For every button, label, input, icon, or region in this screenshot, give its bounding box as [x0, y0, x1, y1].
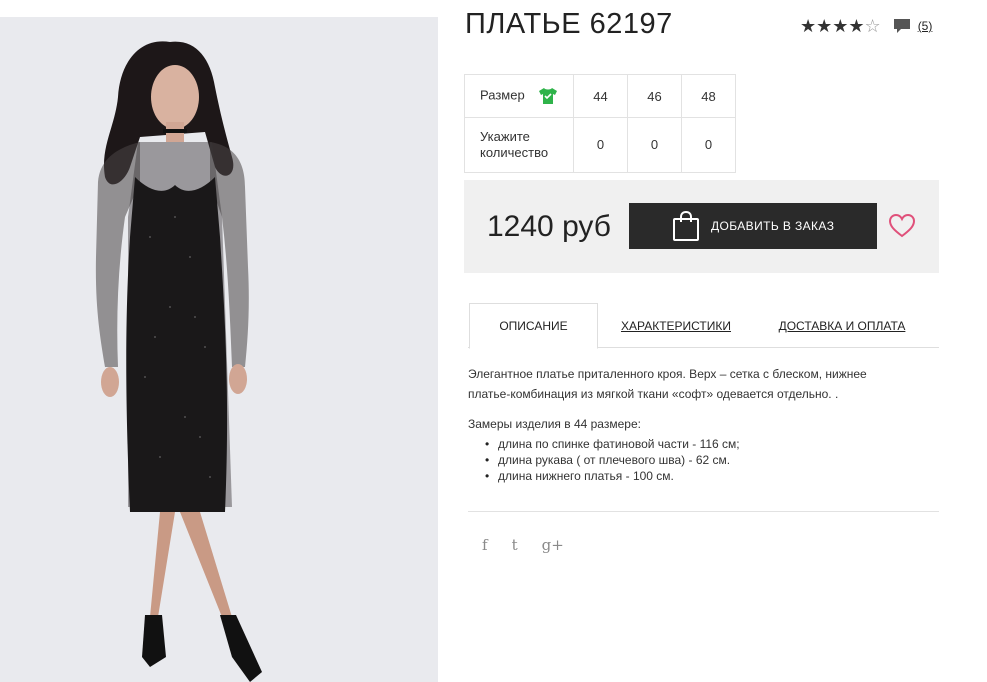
size-option-44[interactable]: 44: [573, 74, 628, 118]
quantity-label-cell: Укажите количество: [464, 117, 574, 173]
product-title: ПЛАТЬЕ 62197: [465, 8, 673, 40]
twitter-icon[interactable]: t: [512, 536, 518, 554]
product-info-tabs: ОПИСАНИЕ ХАРАКТЕРИСТИКИ ДОСТАВКА И ОПЛАТ…: [468, 303, 939, 349]
google-plus-icon[interactable]: g+: [542, 536, 564, 554]
facebook-icon[interactable]: f: [482, 536, 488, 554]
size-label-cell: Размер: [464, 74, 574, 118]
quantity-input-46[interactable]: 0: [627, 117, 682, 173]
list-item: длина рукава ( от плечевого шва) - 62 см…: [485, 452, 928, 468]
quantity-label-line2: количество: [480, 145, 549, 160]
quantity-input-48[interactable]: 0: [681, 117, 736, 173]
star-icon-filled: ★★★★: [800, 16, 865, 36]
add-to-order-label: ДОБАВИТЬ В ЗАКАЗ: [711, 219, 835, 233]
quantity-input-44[interactable]: 0: [573, 117, 628, 173]
rating-stars[interactable]: ★★★★☆: [800, 16, 881, 36]
product-description: Элегантное платье приталенного кроя. Вер…: [468, 364, 928, 484]
size-row: Размер 44 46 48: [464, 74, 736, 118]
description-line-2: платье-комбинация из мягкой ткани «софт»…: [468, 387, 839, 401]
size-option-48[interactable]: 48: [681, 74, 736, 118]
product-price: 1240 руб: [487, 210, 611, 243]
quantity-label-line1: Укажите: [480, 129, 530, 144]
add-to-order-button[interactable]: ДОБАВИТЬ В ЗАКАЗ: [629, 203, 877, 249]
product-photo[interactable]: [0, 17, 438, 682]
list-item: длина по спинке фатиновой части - 116 см…: [485, 436, 928, 452]
tab-delivery-payment[interactable]: ДОСТАВКА И ОПЛАТА: [775, 303, 909, 348]
heart-icon[interactable]: [889, 214, 915, 238]
shopping-bag-icon: [673, 211, 699, 241]
size-label: Размер: [480, 87, 525, 103]
tab-description[interactable]: ОПИСАНИЕ: [469, 303, 598, 349]
size-quantity-table: Размер 44 46 48 Укажите количество 0 0 0: [464, 74, 736, 173]
buy-box: 1240 руб ДОБАВИТЬ В ЗАКАЗ: [464, 180, 939, 273]
tshirt-icon[interactable]: [538, 87, 558, 105]
measurements-list: длина по спинке фатиновой части - 116 см…: [485, 436, 928, 484]
quantity-row: Укажите количество 0 0 0: [464, 117, 736, 173]
description-text: Элегантное платье приталенного кроя. Вер…: [468, 364, 928, 404]
dress-photo-illustration: [0, 17, 438, 682]
comment-icon[interactable]: [893, 17, 911, 35]
star-icon-empty: ☆: [864, 16, 881, 36]
social-share: f t g+: [482, 536, 588, 554]
tab-characteristics[interactable]: ХАРАКТЕРИСТИКИ: [616, 303, 736, 348]
list-item: длина нижнего платья - 100 см.: [485, 468, 928, 484]
reviews-count-link[interactable]: (5): [918, 19, 933, 33]
product-rating: ★★★★☆ (5): [800, 16, 932, 36]
description-line-1: Элегантное платье приталенного кроя. Вер…: [468, 367, 867, 381]
size-option-46[interactable]: 46: [627, 74, 682, 118]
measurements-title: Замеры изделия в 44 размере:: [468, 417, 641, 431]
divider: [468, 511, 939, 512]
